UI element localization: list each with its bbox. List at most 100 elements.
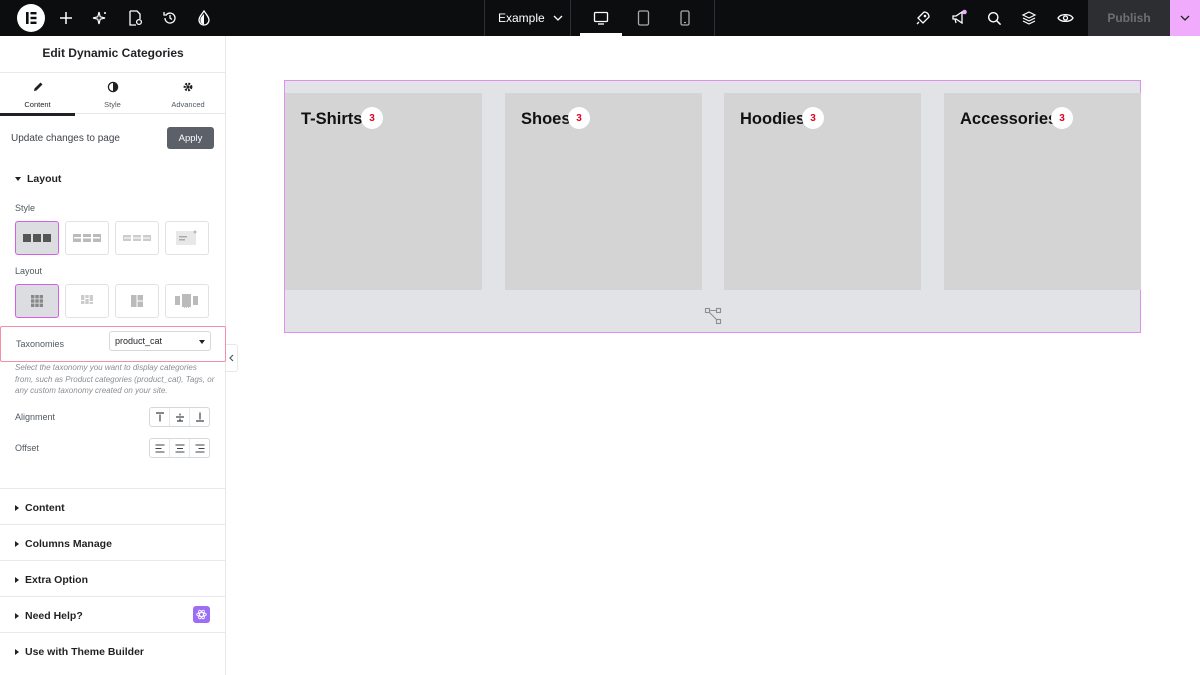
page-settings-icon[interactable] (125, 8, 145, 28)
layout-option-masonry[interactable] (65, 284, 109, 318)
divider (0, 632, 226, 633)
chevron-left-icon (229, 354, 234, 362)
layout-option-grid[interactable] (15, 284, 59, 318)
site-style-icon[interactable] (194, 8, 214, 28)
desktop-icon[interactable] (591, 8, 611, 28)
category-count-badge: 3 (568, 107, 590, 129)
update-changes-text: Update changes to page (11, 133, 120, 144)
document-title-selector[interactable]: Example (498, 0, 563, 36)
notifications-megaphone-icon[interactable] (949, 8, 969, 28)
category-count-badge: 3 (1051, 107, 1073, 129)
panel-title: Edit Dynamic Categories (42, 46, 184, 60)
style-option-2[interactable] (65, 221, 109, 255)
alignment-control (149, 407, 210, 427)
taxonomies-selected-value: product_cat (115, 336, 163, 346)
toolbar-divider (484, 0, 485, 36)
caret-right-icon (15, 541, 19, 547)
category-count-badge: 3 (802, 107, 824, 129)
divider (0, 560, 226, 561)
caret-right-icon (15, 649, 19, 655)
layout-option-metro[interactable] (115, 284, 159, 318)
tab-advanced-label: Advanced (171, 100, 205, 109)
tab-advanced[interactable]: Advanced (150, 73, 226, 115)
tab-style-label: Style (104, 100, 121, 109)
apply-button[interactable]: Apply (167, 127, 214, 149)
preview-eye-icon[interactable] (1055, 8, 1075, 28)
drag-handle-icon[interactable] (704, 307, 722, 325)
collapse-panel-toggle[interactable] (226, 344, 238, 372)
publish-options-button[interactable] (1170, 0, 1200, 36)
half-circle-icon (75, 81, 150, 95)
category-name: Hoodies (740, 110, 806, 128)
layout-label: Layout (15, 266, 43, 276)
dynamic-categories-widget[interactable]: T-Shirts 3 Shoes 3 Hoodies 3 Accessories… (284, 80, 1141, 333)
chevron-down-icon (553, 15, 563, 21)
category-name: Accessories (960, 110, 1058, 128)
section-layout-title: Layout (27, 173, 62, 185)
align-bottom-icon[interactable] (190, 408, 209, 426)
section-content-title: Content (25, 502, 65, 514)
taxonomies-select[interactable]: product_cat (109, 331, 211, 351)
section-extra-option-header[interactable]: Extra Option (15, 574, 88, 586)
active-device-indicator (580, 33, 622, 36)
style-label: Style (15, 203, 36, 213)
gear-icon (150, 81, 226, 95)
section-theme-builder-header[interactable]: Use with Theme Builder (15, 646, 144, 658)
align-right-icon[interactable] (190, 439, 209, 457)
structure-layers-icon[interactable] (1019, 8, 1039, 28)
mobile-icon[interactable] (675, 8, 695, 28)
caret-right-icon (15, 505, 19, 511)
section-columns-manage-title: Columns Manage (25, 538, 112, 550)
editor-panel: Edit Dynamic Categories Content Style Ad… (0, 36, 226, 675)
help-atom-icon (193, 606, 210, 623)
elementor-logo-icon[interactable] (17, 4, 45, 32)
align-top-icon[interactable] (150, 408, 170, 426)
tab-content[interactable]: Content (0, 73, 75, 116)
section-need-help-title: Need Help? (25, 610, 83, 622)
taxonomies-label: Taxonomies (16, 339, 65, 349)
top-bar: Example Publish (0, 0, 1200, 36)
style-option-3[interactable] (115, 221, 159, 255)
tab-content-label: Content (24, 100, 51, 109)
style-option-1[interactable] (15, 221, 59, 255)
taxonomies-control: Taxonomies product_cat (0, 326, 226, 362)
align-middle-icon[interactable] (170, 408, 190, 426)
align-left-icon[interactable] (150, 439, 170, 457)
caret-right-icon (15, 577, 19, 583)
toolbar-divider (714, 0, 715, 36)
category-card[interactable]: Shoes 3 (505, 93, 702, 290)
caret-right-icon (15, 613, 19, 619)
category-name: Shoes (521, 110, 571, 128)
taxonomies-help-text: Select the taxonomy you want to display … (15, 363, 215, 395)
publish-button[interactable]: Publish (1088, 0, 1170, 36)
tablet-icon[interactable] (633, 8, 653, 28)
history-icon[interactable] (160, 8, 180, 28)
divider (0, 596, 226, 597)
pencil-icon (0, 81, 75, 95)
ai-sparkle-icon[interactable] (90, 8, 110, 28)
divider (0, 488, 226, 489)
apps-rocket-icon[interactable] (913, 8, 933, 28)
category-card[interactable]: Accessories 3 (944, 93, 1141, 290)
align-center-icon[interactable] (170, 439, 190, 457)
category-count-badge: 3 (361, 107, 383, 129)
section-theme-builder-title: Use with Theme Builder (25, 646, 145, 658)
search-icon[interactable] (984, 8, 1004, 28)
chevron-down-icon (1180, 15, 1190, 21)
category-card[interactable]: T-Shirts 3 (285, 93, 482, 290)
toolbar-divider (570, 0, 571, 36)
document-title: Example (498, 11, 545, 25)
layout-option-carousel[interactable] (165, 284, 209, 318)
section-need-help-header[interactable]: Need Help? (15, 610, 83, 622)
section-layout-header[interactable]: Layout (15, 173, 61, 185)
style-option-4[interactable] (165, 221, 209, 255)
section-content-header[interactable]: Content (15, 502, 65, 514)
category-card[interactable]: Hoodies 3 (724, 93, 921, 290)
add-icon[interactable] (56, 8, 76, 28)
tab-style[interactable]: Style (75, 73, 150, 115)
divider (0, 524, 226, 525)
offset-label: Offset (15, 443, 39, 453)
caret-down-icon (15, 177, 21, 181)
alignment-label: Alignment (15, 412, 56, 422)
section-columns-manage-header[interactable]: Columns Manage (15, 538, 112, 550)
